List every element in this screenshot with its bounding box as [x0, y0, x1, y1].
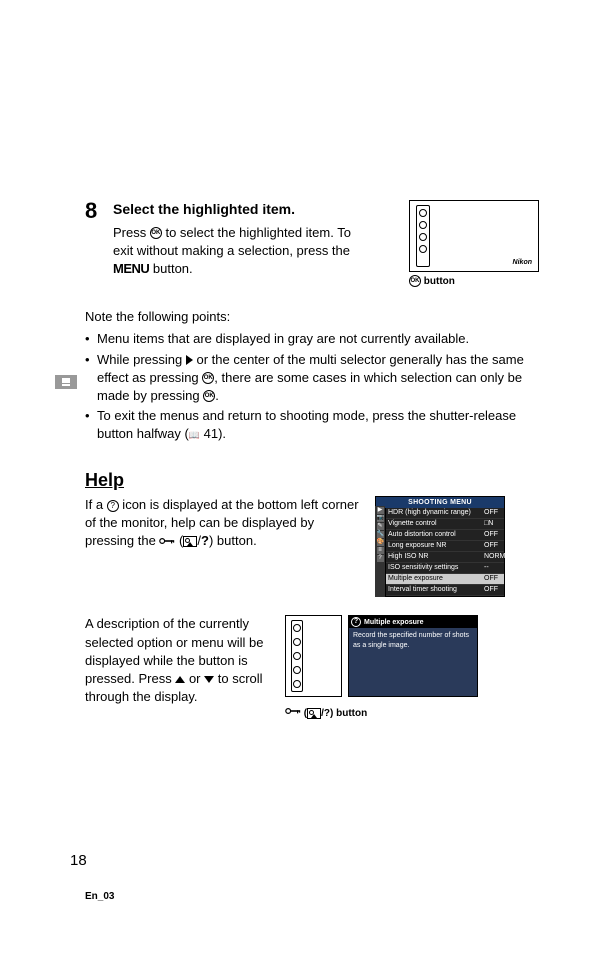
menu-tab-icon: ✎ — [377, 523, 384, 530]
help-panel-body: Record the specified number of shots as … — [349, 628, 477, 652]
diagram-1-caption: OK button — [409, 275, 539, 289]
help-paragraph-2: A description of the currently selected … — [85, 615, 275, 706]
menu-row: HDR (high dynamic range)OFF — [386, 508, 504, 519]
menu-row: Vignette control□N — [386, 519, 504, 530]
menu-row-selected: Multiple exposureOFF — [386, 574, 504, 585]
menu-row: Long exposure NROFF — [386, 541, 504, 552]
manual-ref-icon: 📖 — [189, 429, 200, 442]
help-panel-screen: ?Multiple exposure Record the specified … — [348, 615, 478, 697]
right-triangle-icon — [186, 355, 193, 365]
menu-tab-icon: 🎨 — [377, 539, 384, 546]
note-item: While pressing or the center of the mult… — [85, 351, 539, 406]
notes-block: Note the following points: Menu items th… — [85, 308, 539, 443]
help-section: Help If a ? icon is displayed at the bot… — [85, 468, 539, 721]
button-caption: (/?) button — [285, 706, 367, 721]
note-item: To exit the menus and return to shooting… — [85, 407, 539, 443]
camera-diagram-1: Nikon OK button — [409, 200, 539, 289]
menu-tab-icon: ? — [377, 555, 384, 562]
help-paragraph-1: If a ? icon is displayed at the bottom l… — [85, 496, 365, 551]
page-number: 18 — [70, 850, 87, 871]
ok-icon: OK — [203, 390, 215, 402]
key-icon — [285, 706, 301, 721]
menu-tab-icon: ≡ — [377, 547, 384, 554]
menu-tab-icon: 🔧 — [377, 531, 384, 538]
menu-row: High ISO NRNORM — [386, 552, 504, 563]
note-item: Menu items that are displayed in gray ar… — [85, 330, 539, 348]
ok-icon: OK — [202, 372, 214, 384]
question-icon: ? — [351, 617, 361, 627]
question-icon: ? — [107, 500, 119, 512]
menu-header: SHOOTING MENU — [376, 497, 504, 509]
notes-list: Menu items that are displayed in gray ar… — [85, 330, 539, 443]
shooting-menu-screen: SHOOTING MENU ▶ 📷 ✎ 🔧 🎨 ≡ ? HDR (high dy… — [375, 496, 505, 598]
ok-icon: OK — [150, 227, 162, 239]
step-text: Press OK to select the highlighted item.… — [113, 224, 363, 279]
help-heading: Help — [85, 468, 539, 493]
ok-icon: OK — [409, 275, 421, 287]
down-triangle-icon — [204, 676, 214, 683]
footer-code: En_03 — [85, 890, 114, 904]
menu-button-label: MENU — [113, 261, 149, 276]
notes-intro: Note the following points: — [85, 308, 539, 326]
picture-icon — [307, 708, 321, 719]
key-icon — [159, 533, 175, 551]
menu-tab-icon: 📷 — [377, 515, 384, 522]
side-tab-icon — [55, 375, 77, 389]
step-number: 8 — [85, 200, 103, 222]
camera-diagram-2: ?Multiple exposure Record the specified … — [285, 615, 478, 721]
menu-tab-icon: ▶ — [377, 507, 384, 514]
up-triangle-icon — [175, 676, 185, 683]
menu-row: Interval timer shootingOFF — [386, 585, 504, 596]
menu-row: Auto distortion controlOFF — [386, 530, 504, 541]
picture-icon — [183, 536, 197, 547]
menu-row: ISO sensitivity settings-- — [386, 563, 504, 574]
